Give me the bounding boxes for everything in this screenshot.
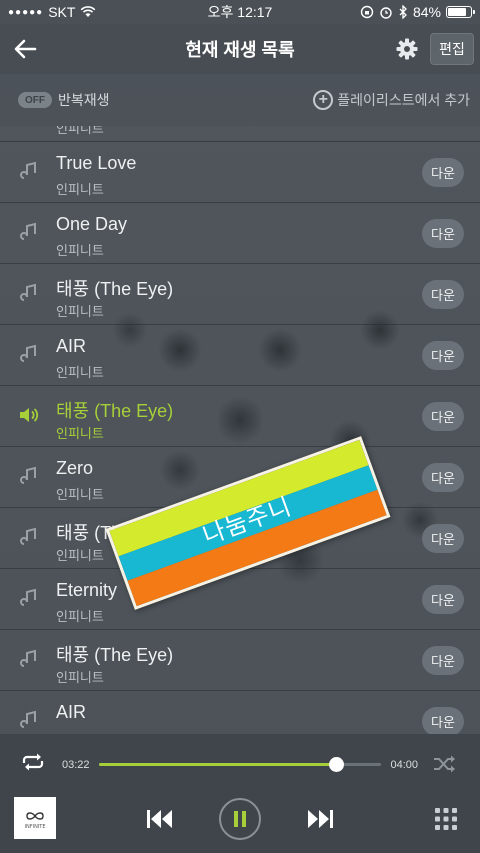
- music-note-icon: [20, 283, 36, 301]
- track-title: AIR: [56, 336, 87, 356]
- track-title: Zero: [56, 458, 94, 478]
- next-icon: [308, 810, 333, 828]
- playlist-options-bar: OFF 반복재생 + 플레이리스트에서 추가: [0, 74, 480, 126]
- repeat-button[interactable]: [20, 752, 46, 772]
- previous-button[interactable]: [144, 806, 176, 832]
- track-artist: 인피니트: [56, 548, 104, 563]
- track-row[interactable]: One Day 인피니트 다운: [0, 203, 480, 264]
- pause-button[interactable]: [219, 798, 261, 840]
- track-title: 태풍 (The Eye): [56, 279, 174, 299]
- back-arrow-icon: [14, 39, 37, 59]
- download-button[interactable]: 다운: [422, 219, 464, 248]
- settings-button[interactable]: [394, 36, 420, 62]
- grid-icon: [435, 808, 457, 830]
- add-from-playlist-button[interactable]: + 플레이리스트에서 추가: [313, 90, 470, 110]
- track-artist: 인피니트: [56, 182, 104, 197]
- player-bar: 03:22 04:00 INFINITE: [0, 734, 480, 853]
- download-button[interactable]: 다운: [422, 646, 464, 675]
- track-row[interactable]: True Love 인피니트 다운: [0, 142, 480, 203]
- speaker-icon: [20, 408, 39, 422]
- next-button[interactable]: [304, 806, 336, 832]
- track-artist: 인피니트: [56, 426, 104, 441]
- music-note-icon: [20, 588, 36, 606]
- download-button[interactable]: 다운: [422, 280, 464, 309]
- download-button[interactable]: 다운: [422, 402, 464, 431]
- track-row[interactable]: 태풍 (The Eye) 인피니트 다운: [0, 264, 480, 325]
- music-note-icon: [20, 344, 36, 362]
- repeat-icon: [22, 753, 44, 771]
- menu-grid-button[interactable]: [434, 807, 458, 831]
- progress-slider[interactable]: [99, 757, 381, 772]
- shuffle-icon: [434, 755, 455, 773]
- track-artist: 인피니트: [56, 609, 104, 624]
- track-artist: 인피니트: [56, 304, 104, 319]
- add-from-playlist-label: 플레이리스트에서 추가: [337, 92, 470, 108]
- gear-icon: [396, 38, 418, 60]
- repeat-label: 반복재생: [58, 92, 110, 108]
- music-note-icon: [20, 466, 36, 484]
- track-row[interactable]: Eternity 인피니트 다운: [0, 569, 480, 630]
- status-bar-left: ●●●●● SKT: [8, 4, 96, 20]
- battery-icon: [446, 6, 475, 18]
- bluetooth-icon: [399, 5, 407, 19]
- track-title: AIR: [56, 702, 87, 722]
- download-button[interactable]: 다운: [422, 585, 464, 614]
- header: 현재 재생 목록 편집: [0, 24, 480, 74]
- rotation-lock-icon: [360, 5, 374, 19]
- download-button[interactable]: 다운: [422, 707, 464, 734]
- status-bar-right: 84%: [360, 4, 475, 20]
- progress-knob[interactable]: [328, 757, 344, 772]
- total-time: 04:00: [390, 759, 418, 771]
- track-artist: 인피니트: [56, 487, 104, 502]
- album-logo-icon: INFINITE: [25, 812, 46, 830]
- track-row[interactable]: AIR 다운: [0, 691, 480, 734]
- battery-percent: 84%: [412, 4, 441, 20]
- track-row[interactable]: AIR 인피니트 다운: [0, 325, 480, 386]
- edit-button[interactable]: 편집: [430, 33, 474, 65]
- music-note-icon: [20, 649, 36, 667]
- wifi-icon: [81, 6, 96, 17]
- track-title: True Love: [56, 153, 137, 173]
- progress-fill: [99, 763, 336, 766]
- music-note-icon: [20, 222, 36, 240]
- track-artist: 인피니트: [56, 365, 104, 380]
- music-note-icon: [20, 527, 36, 545]
- shuffle-button[interactable]: [432, 754, 458, 774]
- current-time: 03:22: [62, 759, 90, 771]
- download-button[interactable]: 다운: [422, 524, 464, 553]
- pause-icon: [234, 811, 246, 827]
- download-button[interactable]: 다운: [422, 341, 464, 370]
- carrier-name: SKT: [48, 4, 76, 20]
- music-note-icon: [20, 710, 36, 728]
- track-artist: 인피니트: [56, 670, 104, 685]
- track-row-now-playing[interactable]: 태풍 (The Eye) 인피니트 다운: [0, 386, 480, 447]
- track-artist: 인피니트: [56, 126, 104, 136]
- track-title: 태풍 (The Eye): [56, 645, 174, 665]
- battery-fill: [448, 8, 467, 16]
- track-list[interactable]: 인피니트 다운 True Love 인피니트 다운 One Day 인피니트 다…: [0, 126, 480, 734]
- track-title: 태풍 (The Eye): [56, 401, 174, 421]
- back-button[interactable]: [0, 24, 50, 74]
- music-note-icon: [20, 161, 36, 179]
- previous-icon: [147, 810, 172, 828]
- download-button[interactable]: 다운: [422, 158, 464, 187]
- download-button[interactable]: 다운: [422, 463, 464, 492]
- signal-dots-icon: ●●●●●: [8, 6, 44, 18]
- repeat-toggle[interactable]: OFF: [18, 92, 52, 108]
- track-title: Eternity: [56, 580, 118, 600]
- track-row[interactable]: 인피니트 다운: [0, 126, 480, 142]
- status-bar: ●●●●● SKT 오후 12:17 84%: [0, 0, 480, 24]
- track-artist: 인피니트: [56, 243, 104, 258]
- track-title: One Day: [56, 214, 128, 234]
- plus-circle-icon: +: [313, 90, 334, 110]
- track-row[interactable]: 태풍 (The Eye) 인피니트 다운: [0, 630, 480, 691]
- album-art[interactable]: INFINITE: [14, 797, 56, 839]
- alarm-icon: [380, 7, 392, 19]
- album-text: INFINITE: [25, 824, 46, 830]
